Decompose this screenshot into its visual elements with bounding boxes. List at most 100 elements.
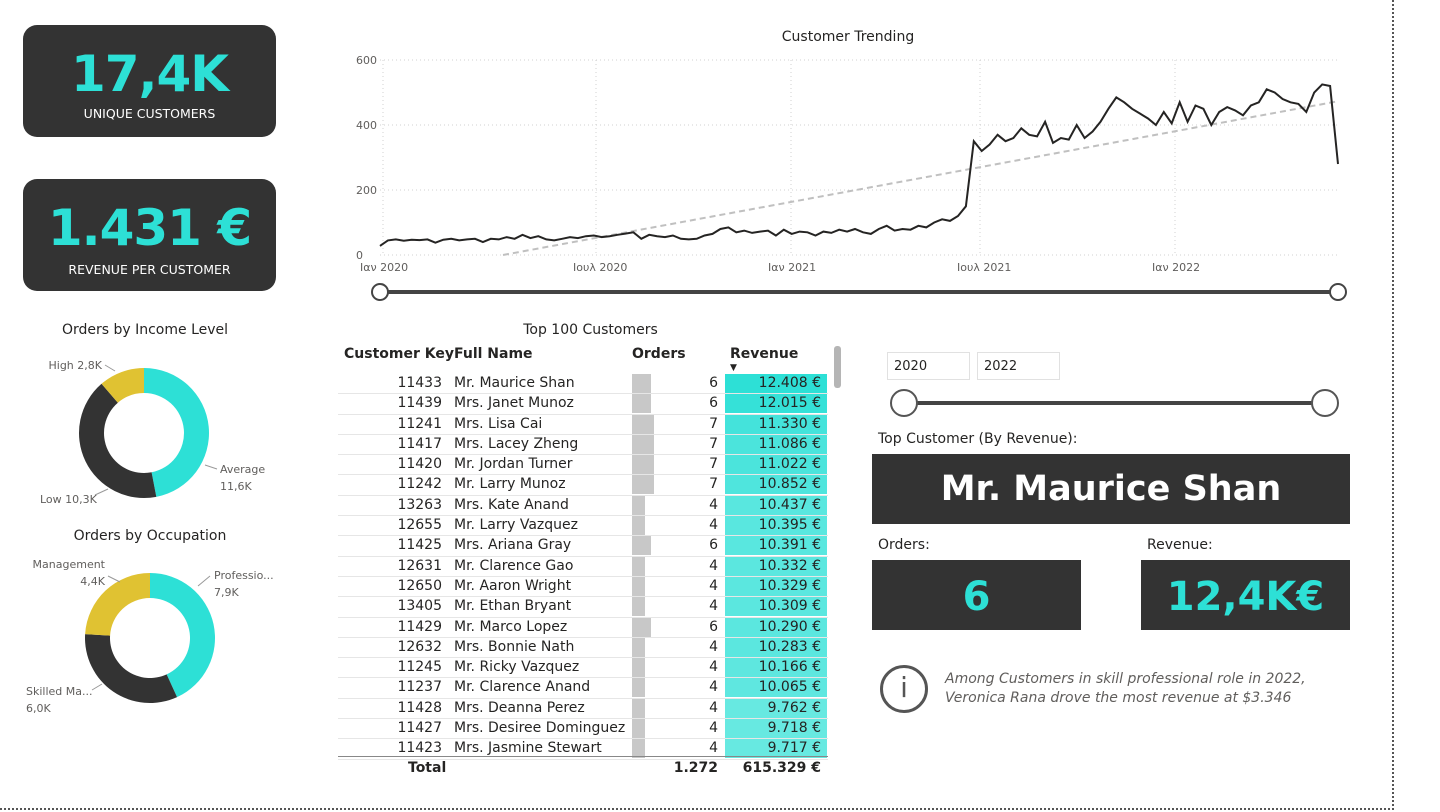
slice-label: Average: [220, 463, 265, 476]
cell-customer-key: 11429: [397, 618, 442, 635]
leader-line: [94, 488, 109, 496]
table-row[interactable]: 11237 Mr. Clarence Anand 4 10.065 €: [338, 678, 828, 699]
cell-orders: 6: [709, 375, 718, 391]
table-row[interactable]: 11420 Mr. Jordan Turner 7 11.022 €: [338, 455, 828, 476]
table-row[interactable]: 11429 Mr. Marco Lopez 6 10.290 €: [338, 617, 828, 638]
report-canvas: 17,4K UNIQUE CUSTOMERS 1.431 € REVENUE P…: [0, 0, 1394, 810]
table-row[interactable]: 12632 Mrs. Bonnie Nath 4 10.283 €: [338, 637, 828, 659]
orders-card[interactable]: 6: [872, 560, 1081, 630]
cell-full-name: Mrs. Desiree Dominguez: [454, 720, 626, 737]
cell-revenue: 10.395 €: [725, 516, 827, 536]
insight-text: Among Customers in skill professional ro…: [945, 671, 1306, 706]
revenue-card[interactable]: 12,4K€: [1141, 560, 1350, 630]
header-customer-key[interactable]: Customer Key: [344, 346, 454, 362]
cell-revenue: 12.015 €: [725, 394, 827, 414]
unique-customers-card[interactable]: 17,4K UNIQUE CUSTOMERS: [23, 25, 276, 137]
slicer-end-input[interactable]: 2022: [977, 352, 1060, 380]
cell-customer-key: 11237: [397, 679, 442, 696]
revenue-label: Revenue:: [1147, 537, 1213, 553]
cell-full-name: Mrs. Janet Munoz: [454, 395, 574, 412]
slicer-end-handle[interactable]: [1311, 389, 1339, 417]
header-full-name[interactable]: Full Name: [454, 346, 533, 362]
slicer-track[interactable]: [904, 401, 1324, 405]
table-row[interactable]: 11428 Mrs. Deanna Perez 4 9.762 €: [338, 698, 828, 720]
cell-orders: 7: [709, 456, 718, 473]
y-tick-label: 600: [356, 54, 377, 67]
table-row[interactable]: 11241 Mrs. Lisa Cai 7 11.330 €: [338, 414, 828, 435]
cell-full-name: Mrs. Bonnie Nath: [454, 638, 575, 655]
top-customer-card[interactable]: Mr. Maurice Shan: [872, 454, 1350, 524]
total-label: Total: [408, 760, 447, 776]
cell-revenue: 10.283 €: [725, 637, 827, 657]
cell-revenue: 10.290 €: [725, 617, 827, 637]
cell-revenue: 9.718 €: [725, 719, 827, 739]
table-row[interactable]: 12655 Mr. Larry Vazquez 4 10.395 €: [338, 516, 828, 537]
sort-desc-icon[interactable]: ▼: [730, 363, 737, 373]
cell-customer-key: 11420: [397, 456, 442, 473]
leader-line: [204, 464, 218, 470]
cell-customer-key: 11439: [397, 395, 442, 412]
x-tick-label: Ιαν 2022: [1152, 261, 1200, 274]
cell-revenue: 10.852 €: [725, 475, 827, 495]
donut-slice[interactable]: [144, 368, 209, 497]
header-revenue[interactable]: Revenue: [730, 346, 798, 362]
unique-customers-value: 17,4K: [70, 45, 229, 103]
table-row[interactable]: 11242 Mr. Larry Munoz 7 10.852 €: [338, 475, 828, 496]
series-line[interactable]: [379, 83, 1339, 247]
donut-slice[interactable]: [84, 634, 178, 703]
x-tick-label: Ιουλ 2021: [957, 261, 1011, 274]
table-header: Customer Key Full Name Orders Revenue ▼: [338, 346, 828, 374]
cell-full-name: Mr. Larry Vazquez: [454, 517, 578, 534]
cell-full-name: Mr. Ethan Bryant: [454, 598, 572, 615]
table-row[interactable]: 11245 Mr. Ricky Vazquez 4 10.166 €: [338, 658, 828, 679]
customer-trending-chart[interactable]: Customer Trending 0 200 400 600 Ιαν 2020 Ιουλ …: [330, 25, 1360, 310]
top-customer-heading: Top Customer (By Revenue):: [878, 431, 1078, 447]
cell-full-name: Mr. Marco Lopez: [454, 618, 568, 635]
cell-customer-key: 11242: [397, 476, 442, 493]
table-row[interactable]: 11425 Mrs. Ariana Gray 6 10.391 €: [338, 536, 828, 557]
cell-full-name: Mrs. Jasmine Stewart: [454, 740, 602, 757]
cell-revenue: 10.437 €: [725, 495, 827, 515]
table-row[interactable]: 11427 Mrs. Desiree Dominguez 4 9.718 €: [338, 719, 828, 740]
cell-customer-key: 11245: [397, 659, 442, 676]
table-row[interactable]: 11417 Mrs. Lacey Zheng 7 11.086 €: [338, 434, 828, 456]
chart-range-end-handle[interactable]: [1329, 283, 1347, 301]
slice-label: 4,4K: [80, 575, 105, 588]
slice-label: Professio...: [214, 569, 274, 582]
cell-customer-key: 11427: [397, 720, 442, 737]
occupation-donut[interactable]: Professio... 7,9K Skilled Ma... 6,0K Managem…: [20, 550, 300, 725]
cell-full-name: Mr. Maurice Shan: [454, 375, 575, 391]
x-tick-label: Ιαν 2021: [768, 261, 816, 274]
table-row[interactable]: 12631 Mr. Clarence Gao 4 10.332 €: [338, 556, 828, 577]
total-orders: 1.272: [673, 760, 718, 776]
slicer-start-input[interactable]: 2020: [887, 352, 970, 380]
table-row[interactable]: 13263 Mrs. Kate Anand 4 10.437 €: [338, 495, 828, 517]
cell-full-name: Mr. Clarence Gao: [454, 557, 574, 574]
slice-label: 11,6K: [220, 480, 252, 493]
cell-customer-key: 11417: [397, 435, 442, 452]
table-row[interactable]: 12650 Mr. Aaron Wright 4 10.329 €: [338, 576, 828, 598]
table-row[interactable]: 11433 Mr. Maurice Shan 6 12.408 €: [338, 374, 828, 395]
table-row[interactable]: 13405 Mr. Ethan Bryant 4 10.309 €: [338, 597, 828, 618]
income-level-donut[interactable]: Average 11,6K Low 10,3K High 2,8K: [20, 345, 300, 515]
chart-range-start-handle[interactable]: [371, 283, 389, 301]
cell-revenue: 10.166 €: [725, 658, 827, 678]
revenue-per-customer-card[interactable]: 1.431 € REVENUE PER CUSTOMER: [23, 179, 276, 291]
cell-revenue: 10.065 €: [725, 678, 827, 698]
table-scrollbar[interactable]: [834, 346, 841, 388]
cell-full-name: Mr. Ricky Vazquez: [454, 659, 580, 676]
top-customers-table[interactable]: Top 100 Customers Customer Key Full Name…: [338, 318, 843, 778]
cell-orders: 6: [709, 618, 718, 635]
cell-orders: 7: [709, 435, 718, 452]
slicer-start-handle[interactable]: [890, 389, 918, 417]
cell-revenue: 11.086 €: [725, 434, 827, 454]
slice-label: Low 10,3K: [40, 493, 98, 506]
leader-line: [91, 683, 103, 691]
table-body: 11433 Mr. Maurice Shan 6 12.408 € 11439 Mrs. …: [338, 374, 828, 760]
header-orders[interactable]: Orders: [632, 346, 686, 362]
cell-orders: 4: [709, 557, 718, 574]
table-row[interactable]: 11439 Mrs. Janet Munoz 6 12.015 €: [338, 394, 828, 415]
income-level-title: Orders by Income Level: [61, 322, 229, 338]
cell-orders: 7: [709, 476, 718, 493]
chart-title: Customer Trending: [782, 29, 914, 45]
